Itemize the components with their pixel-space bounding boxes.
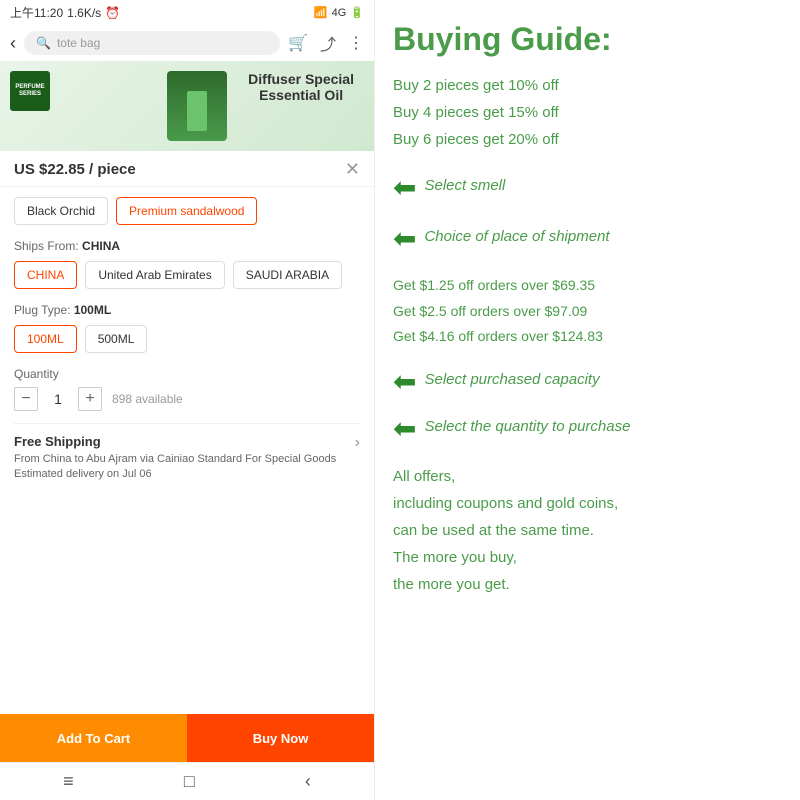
smell-arrow-icon: ⬅ bbox=[393, 171, 416, 204]
product-thumbnail bbox=[167, 71, 227, 141]
shipping-detail: From China to Abu Ajram via Cainiao Stan… bbox=[14, 452, 355, 467]
capacity-arrow-icon: ⬅ bbox=[393, 365, 416, 398]
quantity-arrow-icon: ⬅ bbox=[393, 412, 416, 445]
content-area: Black Orchid Premium sandalwood Ships Fr… bbox=[0, 187, 374, 714]
smell-guide-label: Select smell bbox=[424, 177, 505, 194]
back-button[interactable]: ‹ bbox=[10, 33, 16, 54]
plug-type-selected: 100ML bbox=[74, 303, 111, 317]
guide-title: Buying Guide: bbox=[393, 20, 782, 58]
search-icon: 🔍 bbox=[36, 36, 51, 50]
quantity-label: Quantity bbox=[14, 367, 360, 381]
ships-from-origin: CHINA bbox=[82, 239, 120, 253]
signal-icon: 📶 bbox=[314, 6, 328, 19]
product-hero: PERFUME SERIES Diffuser Special Essentia… bbox=[0, 61, 374, 151]
smell-option-black-orchid[interactable]: Black Orchid bbox=[14, 197, 108, 225]
shipment-guide-label: Choice of place of shipment bbox=[424, 228, 609, 245]
add-to-cart-button[interactable]: Add To Cart bbox=[0, 714, 187, 762]
guide-order-line-3: Get $4.16 off orders over $124.83 bbox=[393, 324, 782, 349]
buy-now-button[interactable]: Buy Now bbox=[187, 714, 374, 762]
battery-icon: 🔋 bbox=[350, 6, 364, 19]
share-icon[interactable]: ⤴ bbox=[320, 31, 336, 55]
capacity-options-row: 100ML 500ML bbox=[14, 325, 360, 353]
smell-option-sandalwood[interactable]: Premium sandalwood bbox=[116, 197, 257, 225]
capacity-500ml[interactable]: 500ML bbox=[85, 325, 148, 353]
nav-menu-icon[interactable]: ≡ bbox=[63, 771, 74, 792]
plug-type-label: Plug Type: bbox=[14, 303, 70, 317]
ships-from-row: Ships From: CHINA bbox=[14, 239, 360, 253]
shipping-delivery: Estimated delivery on Jul 06 bbox=[14, 467, 355, 482]
status-speed: 1.6K/s bbox=[67, 6, 101, 20]
search-placeholder: tote bag bbox=[57, 36, 100, 50]
capacity-100ml[interactable]: 100ML bbox=[14, 325, 77, 353]
plug-type-row: Plug Type: 100ML bbox=[14, 303, 360, 317]
quantity-guide-label: Select the quantity to purchase bbox=[424, 418, 630, 435]
quantity-increase[interactable]: + bbox=[78, 387, 102, 411]
guide-order-line-2: Get $2.5 off orders over $97.09 bbox=[393, 299, 782, 324]
guide-discount-line-1: Buy 2 pieces get 10% off bbox=[393, 72, 782, 99]
status-time: 上午11:20 bbox=[10, 4, 63, 21]
quantity-decrease[interactable]: − bbox=[14, 387, 38, 411]
shipping-section: Free Shipping From China to Abu Ajram vi… bbox=[14, 423, 360, 493]
cart-icon[interactable]: 🛒 bbox=[288, 33, 308, 53]
status-bar: 上午11:20 1.6K/s ⏰ 📶 4G 🔋 bbox=[0, 0, 374, 25]
smell-options-row: Black Orchid Premium sandalwood bbox=[14, 197, 360, 225]
guide-discount-block: Buy 2 pieces get 10% off Buy 4 pieces ge… bbox=[393, 72, 782, 153]
product-hero-title: Diffuser Special Essential Oil bbox=[248, 71, 354, 103]
guide-discount-line-3: Buy 6 pieces get 20% off bbox=[393, 126, 782, 153]
guide-panel: Buying Guide: Buy 2 pieces get 10% off B… bbox=[375, 0, 800, 800]
quantity-value: 1 bbox=[48, 391, 68, 407]
shipment-arrow-icon: ⬅ bbox=[393, 222, 416, 255]
bottom-nav: ≡ □ ‹ bbox=[0, 762, 374, 800]
price-panel: US $22.85 / piece ✕ bbox=[0, 151, 374, 187]
location-options: CHINA United Arab Emirates SAUDI ARABIA bbox=[14, 261, 360, 289]
alarm-icon: ⏰ bbox=[105, 6, 120, 20]
price-text: US $22.85 / piece bbox=[14, 161, 136, 178]
quantity-available: 898 available bbox=[112, 392, 183, 406]
brand-logo: PERFUME SERIES bbox=[10, 71, 50, 111]
shipping-arrow-icon[interactable]: › bbox=[355, 434, 360, 452]
guide-orders-block: Get $1.25 off orders over $69.35 Get $2.… bbox=[393, 273, 782, 349]
shipping-title: Free Shipping bbox=[14, 434, 355, 449]
close-button[interactable]: ✕ bbox=[345, 159, 360, 180]
search-bar: ‹ 🔍 tote bag 🛒 ⤴ ⋮ bbox=[0, 25, 374, 61]
guide-order-line-1: Get $1.25 off orders over $69.35 bbox=[393, 273, 782, 298]
network-type: 4G bbox=[332, 7, 347, 19]
more-icon[interactable]: ⋮ bbox=[348, 33, 364, 53]
location-uae[interactable]: United Arab Emirates bbox=[85, 261, 224, 289]
nav-back-icon[interactable]: ‹ bbox=[305, 771, 311, 792]
phone-panel: 上午11:20 1.6K/s ⏰ 📶 4G 🔋 ‹ 🔍 tote bag 🛒 ⤴… bbox=[0, 0, 375, 800]
search-input-wrap[interactable]: 🔍 tote bag bbox=[24, 31, 280, 55]
location-china[interactable]: CHINA bbox=[14, 261, 77, 289]
product-title-line2: Essential Oil bbox=[248, 87, 354, 103]
series-label: PERFUME SERIES bbox=[10, 84, 50, 98]
quantity-row: − 1 + 898 available bbox=[14, 387, 360, 411]
product-title-line1: Diffuser Special bbox=[248, 71, 354, 87]
location-saudi[interactable]: SAUDI ARABIA bbox=[233, 261, 342, 289]
ships-from-label: Ships From: bbox=[14, 239, 79, 253]
capacity-guide-label: Select purchased capacity bbox=[424, 371, 599, 388]
bottom-buttons: Add To Cart Buy Now bbox=[0, 714, 374, 762]
guide-bottom-text: All offers, including coupons and gold c… bbox=[393, 463, 782, 598]
nav-home-icon[interactable]: □ bbox=[184, 771, 195, 792]
guide-discount-line-2: Buy 4 pieces get 15% off bbox=[393, 99, 782, 126]
